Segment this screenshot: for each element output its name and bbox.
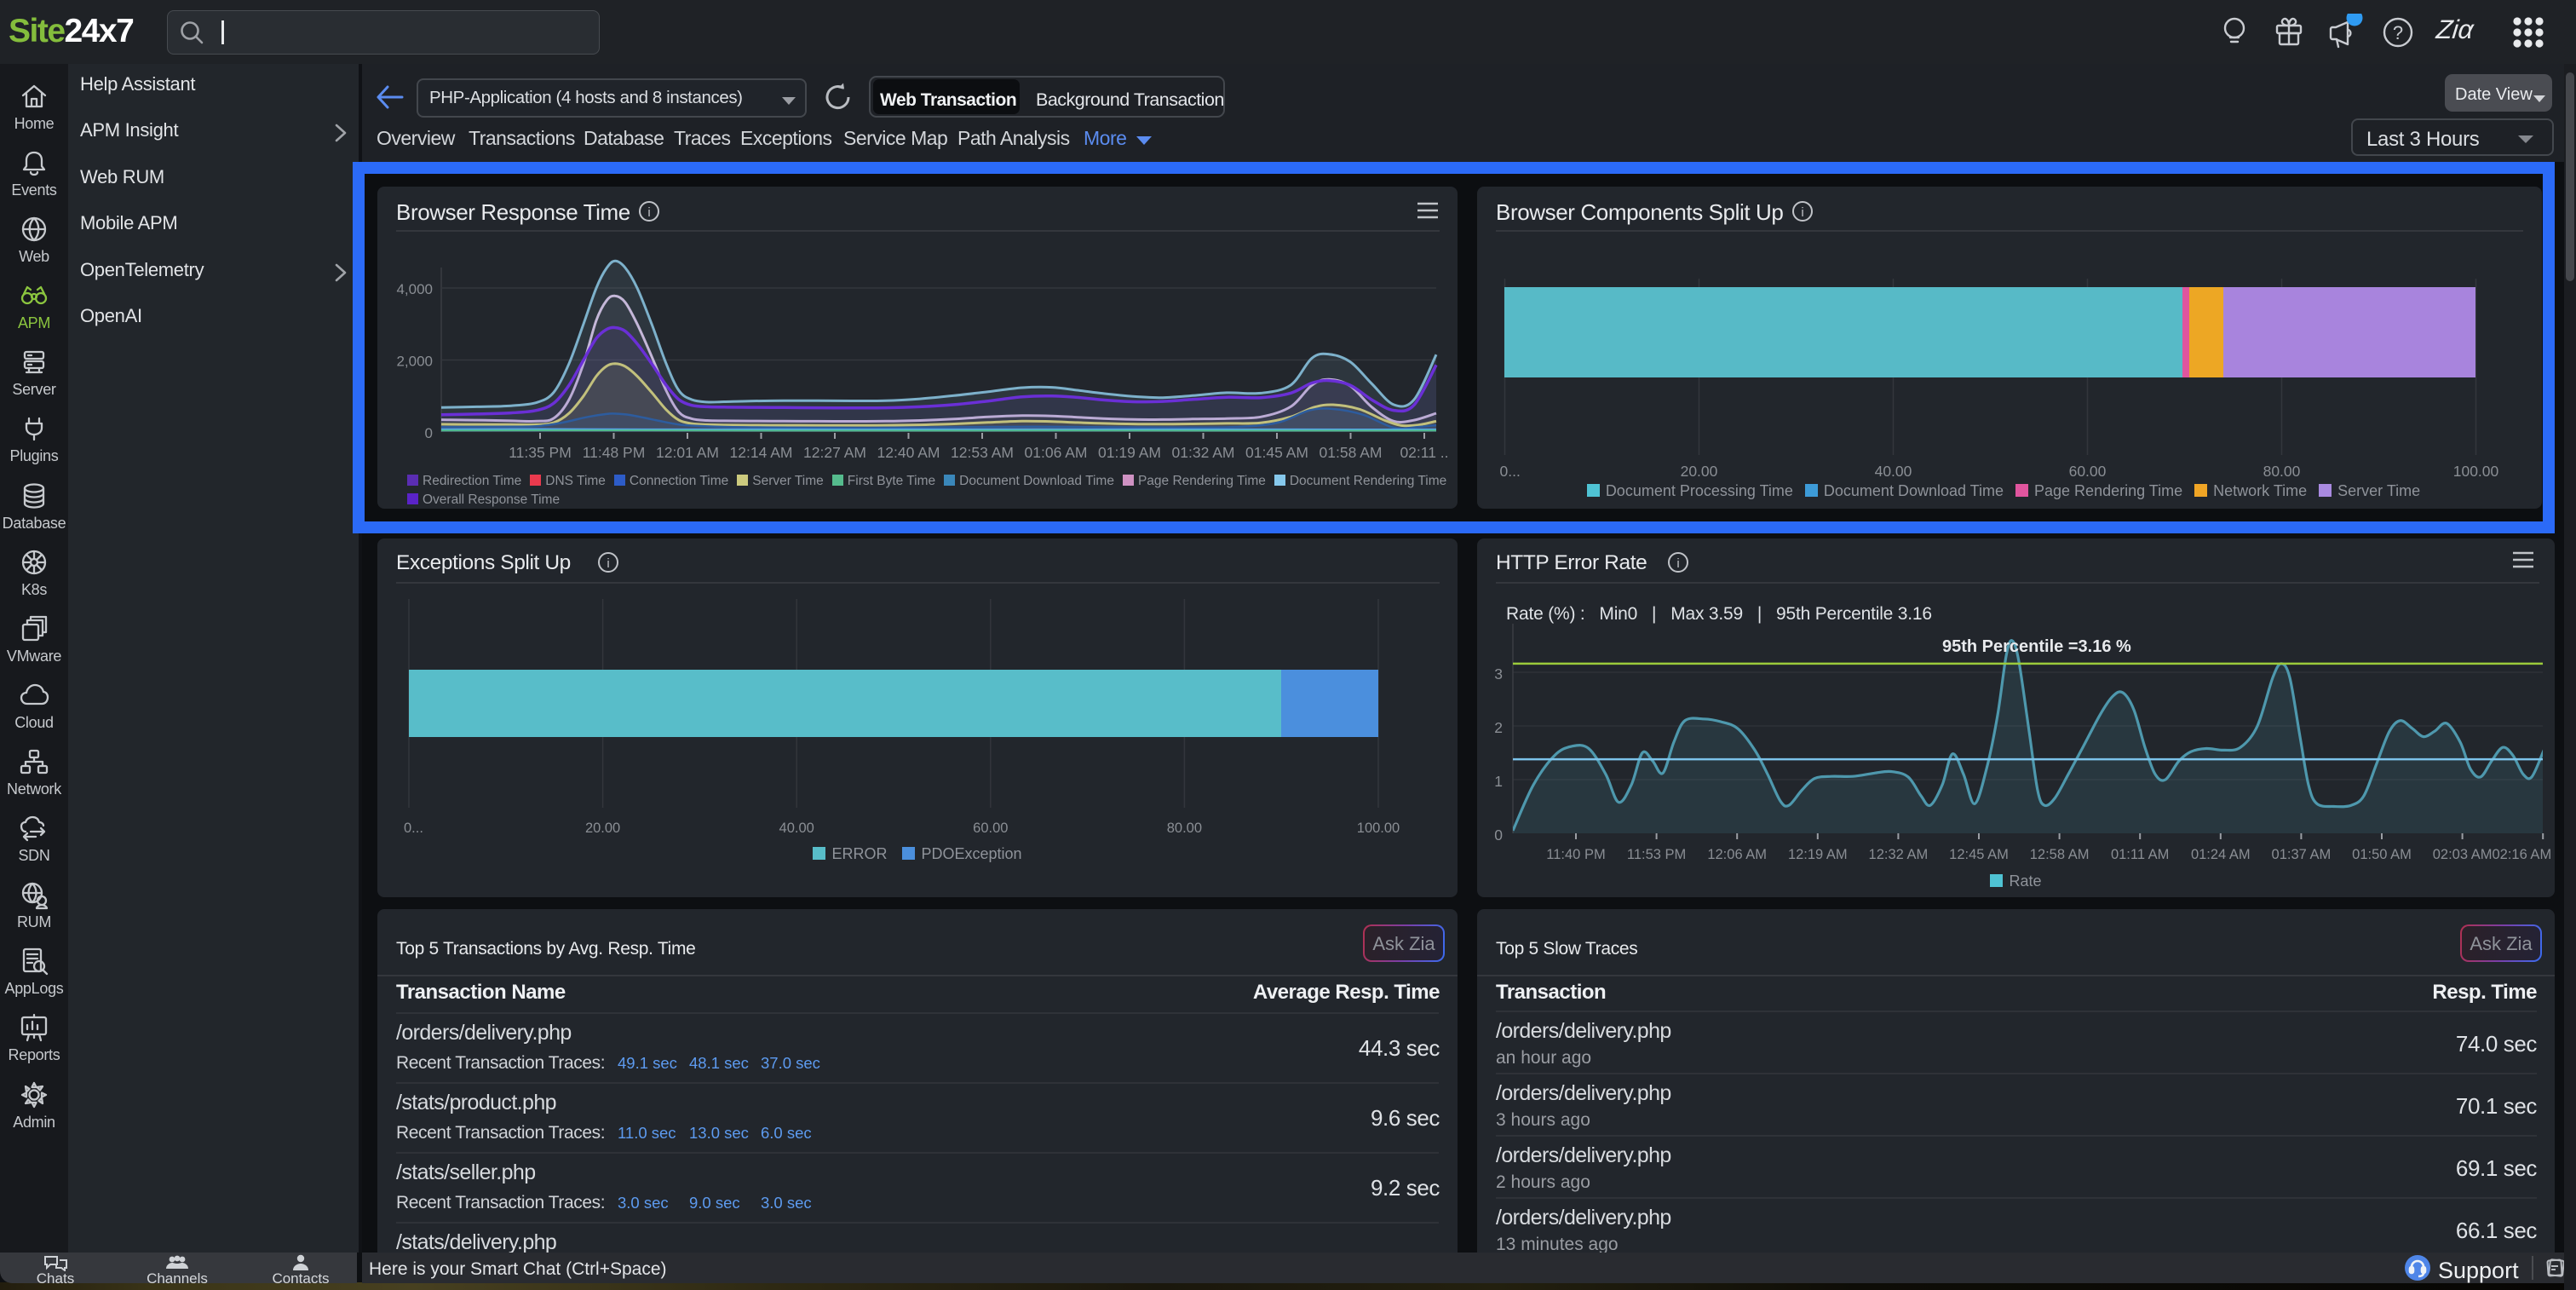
- svg-text:2,000: 2,000: [396, 354, 433, 370]
- svg-text:01:58 AM: 01:58 AM: [1320, 444, 1383, 461]
- svg-text:60.00: 60.00: [973, 821, 1008, 836]
- svg-text:40.00: 40.00: [1875, 463, 1912, 480]
- svg-text:12:53 AM: 12:53 AM: [951, 444, 1014, 461]
- svg-text:11:40 PM: 11:40 PM: [1546, 847, 1605, 862]
- svg-text:100.00: 100.00: [2453, 463, 2499, 480]
- svg-text:12:01 AM: 12:01 AM: [656, 444, 719, 461]
- svg-text:60.00: 60.00: [2069, 463, 2107, 480]
- svg-text:80.00: 80.00: [2263, 463, 2301, 480]
- svg-text:0...: 0...: [404, 821, 423, 836]
- svg-text:12:45 AM: 12:45 AM: [1949, 847, 2009, 862]
- svg-text:?: ?: [2393, 22, 2403, 43]
- svg-text:01:37 AM: 01:37 AM: [2272, 847, 2332, 862]
- svg-text:01:50 AM: 01:50 AM: [2352, 847, 2412, 862]
- svg-text:0: 0: [425, 425, 433, 441]
- svg-text:12:58 AM: 12:58 AM: [2030, 847, 2090, 862]
- svg-text:11:53 PM: 11:53 PM: [1627, 847, 1686, 862]
- svg-text:01:32 AM: 01:32 AM: [1172, 444, 1235, 461]
- svg-text:12:14 AM: 12:14 AM: [730, 444, 793, 461]
- svg-text:12:19 AM: 12:19 AM: [1788, 847, 1848, 862]
- svg-text:02:11 ..: 02:11 ..: [1400, 444, 1448, 461]
- svg-text:11:48 PM: 11:48 PM: [583, 444, 646, 461]
- svg-text:95th Percentile =3.16 %: 95th Percentile =3.16 %: [1942, 637, 2131, 656]
- svg-text:02:16 AM: 02:16 AM: [2492, 847, 2551, 862]
- svg-text:20.00: 20.00: [1681, 463, 1718, 480]
- svg-text:01:19 AM: 01:19 AM: [1098, 444, 1161, 461]
- svg-text:80.00: 80.00: [1167, 821, 1202, 836]
- svg-text:01:06 AM: 01:06 AM: [1025, 444, 1088, 461]
- svg-text:40.00: 40.00: [779, 821, 814, 836]
- svg-text:01:45 AM: 01:45 AM: [1245, 444, 1308, 461]
- svg-text:20.00: 20.00: [585, 821, 620, 836]
- svg-text:0...: 0...: [1500, 463, 1521, 480]
- svg-text:12:40 AM: 12:40 AM: [877, 444, 940, 461]
- svg-text:01:11 AM: 01:11 AM: [2111, 847, 2170, 862]
- svg-text:4,000: 4,000: [396, 281, 433, 297]
- svg-text:0: 0: [1494, 826, 1503, 844]
- svg-text:12:32 AM: 12:32 AM: [1869, 847, 1929, 862]
- svg-text:02:03 AM: 02:03 AM: [2433, 847, 2493, 862]
- svg-text:01:24 AM: 01:24 AM: [2191, 847, 2251, 862]
- svg-text:11:35 PM: 11:35 PM: [509, 444, 572, 461]
- svg-text:100.00: 100.00: [1357, 821, 1400, 836]
- svg-text:3: 3: [1494, 665, 1503, 682]
- svg-text:2: 2: [1494, 719, 1503, 736]
- svg-text:12:27 AM: 12:27 AM: [803, 444, 866, 461]
- svg-text:1: 1: [1494, 773, 1503, 790]
- svg-text:12:06 AM: 12:06 AM: [1707, 847, 1767, 862]
